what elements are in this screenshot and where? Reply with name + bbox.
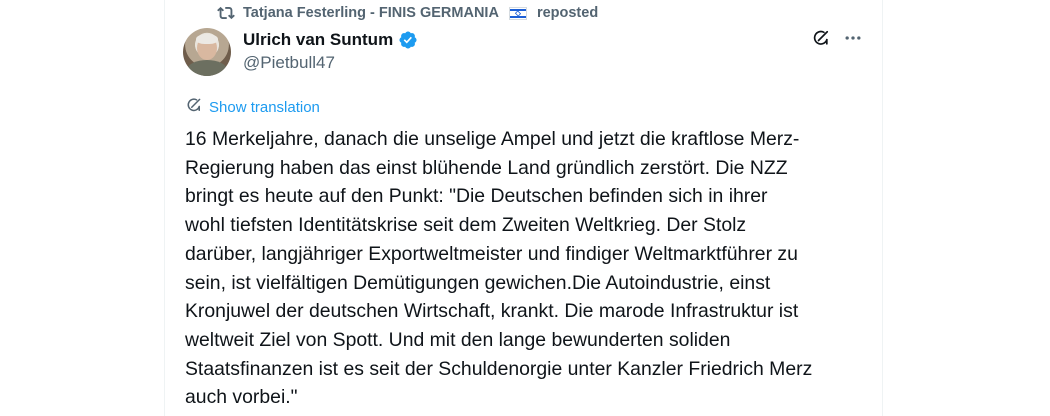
israel-flag-icon: [508, 6, 527, 20]
show-translation-link[interactable]: Show translation: [185, 96, 320, 118]
repost-label: reposted: [536, 5, 599, 21]
avatar[interactable]: [183, 28, 231, 76]
translate-icon: [185, 96, 203, 118]
more-options-button[interactable]: [841, 28, 865, 52]
grok-icon: [811, 28, 831, 53]
repost-context[interactable]: Tatjana Festerling - FINIS GERMANIA repo…: [217, 3, 598, 23]
author-handle[interactable]: @Pietbull47: [243, 53, 335, 73]
repost-icon: [217, 4, 235, 22]
author-name[interactable]: Ulrich van Suntum: [243, 30, 393, 50]
show-translation-label[interactable]: Show translation: [209, 99, 320, 116]
post-column: Tatjana Festerling - FINIS GERMANIA repo…: [164, 0, 883, 416]
repost-user-name[interactable]: Tatjana Festerling - FINIS GERMANIA: [243, 5, 499, 21]
post-text: 16 Merkeljahre, danach die unselige Ampe…: [185, 128, 813, 409]
author-name-row[interactable]: Ulrich van Suntum: [243, 30, 418, 50]
page: Tatjana Festerling - FINIS GERMANIA repo…: [0, 0, 1050, 416]
more-dots-icon: [843, 28, 863, 53]
verified-badge-icon: [398, 30, 418, 50]
grok-button[interactable]: [809, 28, 833, 52]
